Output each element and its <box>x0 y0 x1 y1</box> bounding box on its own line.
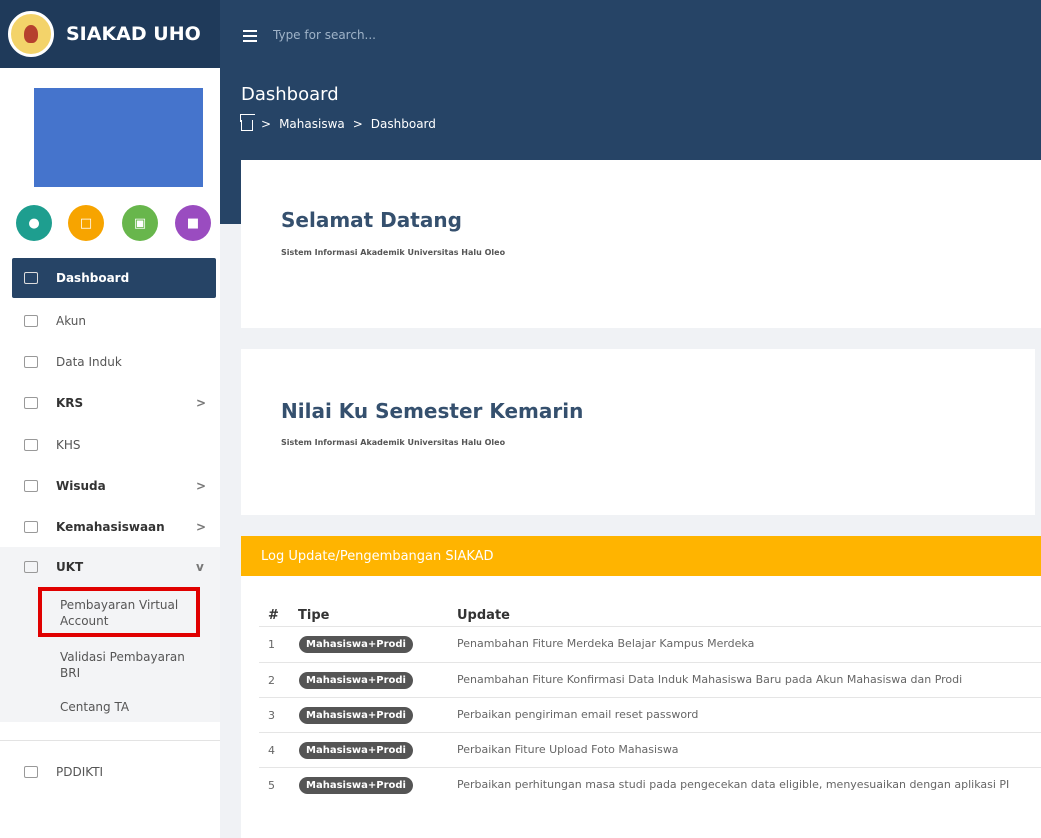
gear-icon <box>24 480 38 492</box>
brand[interactable]: SIAKAD UHO <box>0 0 220 68</box>
card-subtitle: Sistem Informasi Akademik Universitas Ha… <box>281 248 506 257</box>
university-logo <box>8 11 54 57</box>
type-badge: Mahasiswa+Prodi <box>299 672 413 689</box>
dashboard-icon <box>24 272 38 284</box>
update-text: Perbaikan perhitungan masa studi pada pe… <box>457 778 1010 791</box>
welcome-card: Selamat Datang Sistem Informasi Akademik… <box>241 160 1041 328</box>
institution-icon <box>24 521 38 533</box>
sidebar-item-label: PDDIKTI <box>56 765 104 779</box>
column-header-type: Tipe <box>298 608 330 623</box>
sidebar-item-pddikti[interactable]: PDDIKTI <box>0 752 220 792</box>
page-title: Dashboard <box>241 84 339 105</box>
row-number: 5 <box>268 779 275 792</box>
table-row: 1 Mahasiswa+Prodi Penambahan Fiture Merd… <box>259 626 1041 662</box>
breadcrumb-mahasiswa[interactable]: Mahasiswa <box>279 117 345 131</box>
sidebar-item-label: Kemahasiswaan <box>56 520 165 534</box>
chevron-right-icon: > <box>196 520 207 534</box>
type-badge: Mahasiswa+Prodi <box>299 636 413 653</box>
type-badge: Mahasiswa+Prodi <box>299 742 413 759</box>
sidebar-item-label: Akun <box>56 314 86 328</box>
grades-card: Nilai Ku Semester Kemarin Sistem Informa… <box>241 349 1035 515</box>
row-number: 3 <box>268 709 275 722</box>
sidebar-item-label: Wisuda <box>56 479 106 493</box>
breadcrumb-separator-icon: > <box>352 116 363 131</box>
table-row: 4 Mahasiswa+Prodi Perbaikan Fiture Uploa… <box>259 732 1041 768</box>
breadcrumb-separator-icon: > <box>261 116 272 131</box>
brand-name: SIAKAD UHO <box>66 23 201 45</box>
row-number: 4 <box>268 744 275 757</box>
submenu-centang-ta[interactable]: Centang TA <box>60 699 200 715</box>
table-row: 5 Mahasiswa+Prodi Perbaikan perhitungan … <box>259 767 1041 803</box>
divider <box>0 740 220 741</box>
avatar <box>34 88 203 187</box>
account-icon <box>24 315 38 327</box>
user-icon[interactable]: ● <box>16 205 52 241</box>
sidebar-item-akun[interactable]: Akun <box>0 301 220 341</box>
row-number: 2 <box>268 674 275 687</box>
table-row: 2 Mahasiswa+Prodi Penambahan Fiture Konf… <box>259 662 1041 698</box>
row-number: 1 <box>268 638 275 651</box>
chevron-down-icon: v <box>196 560 204 574</box>
highlight-box <box>38 587 200 637</box>
log-title: Log Update/Pengembangan SIAKAD <box>241 536 1041 576</box>
card-subtitle: Sistem Informasi Akademik Universitas Ha… <box>281 438 506 447</box>
type-badge: Mahasiswa+Prodi <box>299 777 413 794</box>
home-icon[interactable] <box>241 120 253 131</box>
type-badge: Mahasiswa+Prodi <box>299 707 413 724</box>
menu-toggle-icon[interactable] <box>243 30 257 42</box>
sidebar-item-krs[interactable]: KRS > <box>0 383 220 423</box>
column-header-update: Update <box>457 608 510 623</box>
table-row: 3 Mahasiswa+Prodi Perbaikan pengiriman e… <box>259 697 1041 733</box>
receipt-icon <box>24 561 38 573</box>
breadcrumb: > Mahasiswa > Dashboard <box>241 116 436 131</box>
sidebar-item-label: KHS <box>56 438 81 452</box>
update-text: Perbaikan pengiriman email reset passwor… <box>457 708 699 721</box>
sidebar-item-label: Data Induk <box>56 355 122 369</box>
sidebar-item-label: Dashboard <box>56 271 130 285</box>
update-text: Penambahan Fiture Merdeka Belajar Kampus… <box>457 637 755 650</box>
chat-icon[interactable]: □ <box>68 205 104 241</box>
submenu-validasi-pembayaran-bri[interactable]: Validasi Pembayaran BRI <box>60 649 200 681</box>
sidebar-item-label: KRS <box>56 396 84 410</box>
graduation-icon <box>24 397 38 409</box>
sidebar-item-khs[interactable]: KHS <box>0 425 220 465</box>
chevron-right-icon: > <box>196 396 207 410</box>
card-icon <box>24 439 38 451</box>
breadcrumb-dashboard[interactable]: Dashboard <box>371 117 436 131</box>
monitor-icon[interactable]: ▣ <box>122 205 158 241</box>
lock-icon[interactable]: ■ <box>175 205 211 241</box>
chevron-right-icon: > <box>196 479 207 493</box>
sidebar-item-ukt[interactable]: UKT v <box>0 547 220 587</box>
column-header-number: # <box>268 608 279 623</box>
card-title: Selamat Datang <box>281 208 462 232</box>
sidebar-item-label: UKT <box>56 560 84 574</box>
update-text: Perbaikan Fiture Upload Foto Mahasiswa <box>457 743 679 756</box>
sidebar-item-kemahasiswaan[interactable]: Kemahasiswaan > <box>0 507 220 547</box>
sidebar-item-dashboard[interactable]: Dashboard <box>12 258 216 298</box>
sidebar-item-wisuda[interactable]: Wisuda > <box>0 466 220 506</box>
card-title: Nilai Ku Semester Kemarin <box>281 399 584 423</box>
folder-icon <box>24 356 38 368</box>
search-input[interactable] <box>273 28 573 42</box>
people-icon <box>24 766 38 778</box>
update-text: Penambahan Fiture Konfirmasi Data Induk … <box>457 673 963 686</box>
sidebar-item-data-induk[interactable]: Data Induk <box>0 342 220 382</box>
